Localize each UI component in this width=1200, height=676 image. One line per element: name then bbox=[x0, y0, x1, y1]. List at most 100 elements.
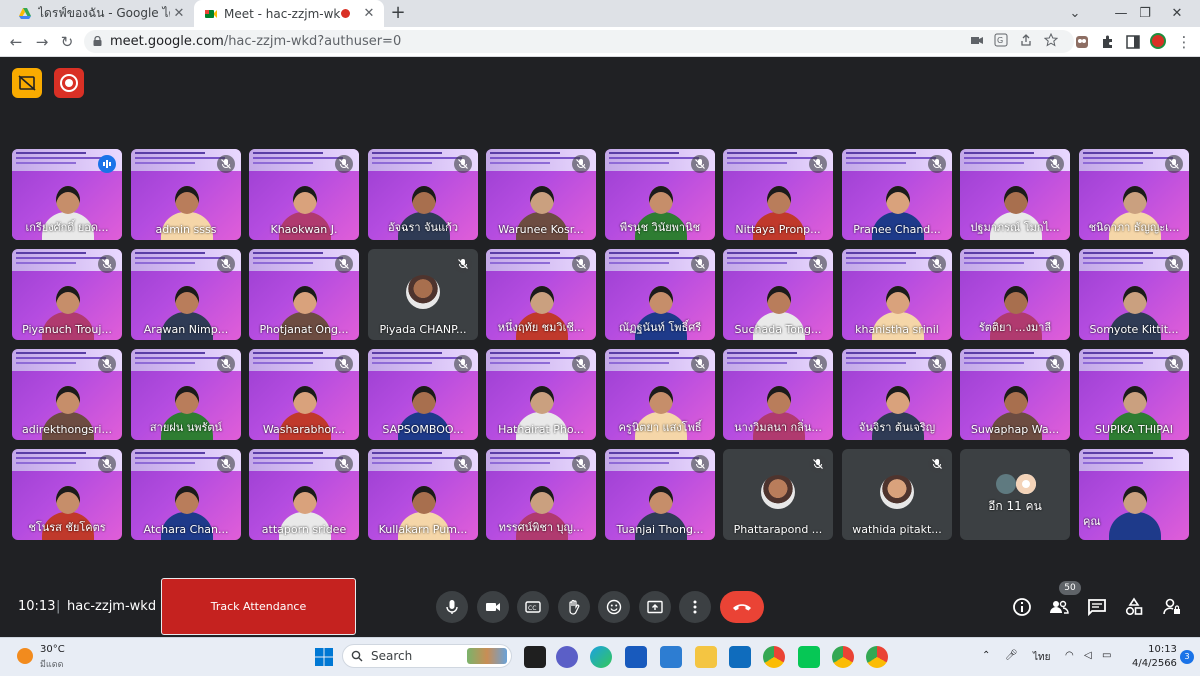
participant-tile[interactable]: พีรนุช วินัยพานิช bbox=[605, 149, 715, 240]
participant-tile[interactable]: ชนิดาภา ธัญญะเ... bbox=[1079, 149, 1189, 240]
menu-kebab-icon[interactable]: ⋮ bbox=[1174, 32, 1194, 52]
close-tab-icon[interactable]: ✕ bbox=[170, 6, 188, 21]
wifi-icon[interactable]: ◠ bbox=[1065, 650, 1074, 661]
participant-tile[interactable]: Suchada Tong... bbox=[723, 249, 833, 340]
tab-meet[interactable]: Meet - hac-zzjm-wkd ✕ bbox=[194, 0, 384, 27]
activities-icon[interactable] bbox=[1124, 597, 1144, 617]
meeting-details-info-icon[interactable] bbox=[1012, 597, 1032, 617]
people-icon[interactable] bbox=[1049, 597, 1069, 617]
reactions-button[interactable] bbox=[598, 591, 630, 623]
participant-tile[interactable]: Hathairat Pho... bbox=[486, 349, 596, 440]
participant-tile[interactable]: หนึ่งฤทัย ชมวิเชี... bbox=[486, 249, 596, 340]
share-icon[interactable] bbox=[1019, 33, 1033, 47]
participant-tile[interactable]: Nittaya Pronp... bbox=[723, 149, 833, 240]
participant-tile[interactable]: Warunee Kosr... bbox=[486, 149, 596, 240]
participant-tile[interactable]: Photjanat Ong... bbox=[249, 249, 359, 340]
participant-tile[interactable]: Piyanuch Trouj... bbox=[12, 249, 122, 340]
tab-search-chevron-icon[interactable]: ⌄ bbox=[1052, 0, 1098, 27]
participant-tile[interactable]: อัจฉรา จันแก้ว bbox=[368, 149, 478, 240]
profile-avatar[interactable] bbox=[1150, 33, 1166, 49]
participant-tile[interactable]: อีก 11 คน bbox=[960, 449, 1070, 540]
present-screen-button[interactable] bbox=[639, 591, 671, 623]
reload-icon[interactable]: ↻ bbox=[57, 32, 77, 52]
participant-tile[interactable]: Tuanjai Thong... bbox=[605, 449, 715, 540]
close-tab-icon[interactable]: ✕ bbox=[360, 6, 378, 21]
microphone-button[interactable] bbox=[436, 591, 468, 623]
participant-tile[interactable]: SUPIKA THIPAI bbox=[1079, 349, 1189, 440]
chat-icon[interactable] bbox=[1087, 597, 1107, 617]
participant-tile[interactable]: admin ssss bbox=[131, 149, 241, 240]
raise-hand-button[interactable] bbox=[558, 591, 590, 623]
participant-tile[interactable]: attaporn sridee bbox=[249, 449, 359, 540]
new-tab-button[interactable]: + bbox=[388, 3, 408, 23]
participant-tile[interactable]: จันจิรา ต้นเจริญ bbox=[842, 349, 952, 440]
participant-tile[interactable]: ทรรศน์พิชา บุญ... bbox=[486, 449, 596, 540]
participant-tile[interactable]: นางวิมลนา กลิ่น... bbox=[723, 349, 833, 440]
taskbar-search-input[interactable]: Search bbox=[342, 644, 512, 668]
tray-microphone-icon[interactable]: 🎤︎ bbox=[1005, 650, 1018, 661]
camera-blocked-icon[interactable] bbox=[970, 33, 984, 47]
tab-google-drive[interactable]: ไดรฟ์ของฉัน - Google ไดรฟ์ ✕ bbox=[8, 0, 194, 27]
bookmark-star-icon[interactable] bbox=[1044, 33, 1058, 47]
teams-chat-icon[interactable] bbox=[556, 646, 578, 668]
participant-tile[interactable]: เกรียงศักดิ์ ยอด... bbox=[12, 149, 122, 240]
edge-browser-icon[interactable] bbox=[590, 646, 612, 668]
participant-tile[interactable]: Suwaphap Wa... bbox=[960, 349, 1070, 440]
leave-call-button[interactable] bbox=[720, 591, 764, 623]
taskbar-clock[interactable]: 10:13 4/4/2566 bbox=[1132, 643, 1177, 671]
address-bar[interactable]: meet.google.com/hac-zzjm-wkd?authuser=0 bbox=[84, 30, 1074, 53]
participant-tile[interactable]: Somyote Kittit... bbox=[1079, 249, 1189, 340]
extension-owl-icon[interactable] bbox=[1074, 34, 1090, 50]
track-attendance-button[interactable]: Track Attendance bbox=[161, 578, 356, 635]
participant-tile[interactable]: ปฐมาภรณ์ โมกไ... bbox=[960, 149, 1070, 240]
windows-start-icon[interactable] bbox=[313, 646, 335, 668]
input-language[interactable]: ไทย bbox=[1033, 650, 1050, 665]
participant-tile[interactable]: Arawan Nimp... bbox=[131, 249, 241, 340]
participant-tile[interactable]: khanistha srinil bbox=[842, 249, 952, 340]
participant-tile[interactable]: Atchara Chan... bbox=[131, 449, 241, 540]
participant-tile[interactable]: สายฝน นพรัตน์ bbox=[131, 349, 241, 440]
close-window-button[interactable]: ✕ bbox=[1154, 0, 1200, 27]
participant-tile[interactable]: Piyada CHANP... bbox=[368, 249, 478, 340]
task-view-icon[interactable] bbox=[524, 646, 546, 668]
participant-tile[interactable]: ณัฏฐนันท์ โพธิ์ศรี bbox=[605, 249, 715, 340]
notification-count-badge[interactable]: 3 bbox=[1180, 650, 1194, 664]
recording-button[interactable] bbox=[54, 68, 84, 98]
line-app-icon[interactable] bbox=[798, 646, 820, 668]
file-explorer-icon[interactable] bbox=[695, 646, 717, 668]
muted-mic-icon bbox=[98, 255, 116, 273]
participant-tile[interactable]: SAPSOMBOO... bbox=[368, 349, 478, 440]
tray-chevron-up-icon[interactable]: ⌃ bbox=[982, 650, 990, 661]
participant-tile[interactable]: รัตติยา ...งมาลี bbox=[960, 249, 1070, 340]
participant-tile[interactable]: wathida pitakt... bbox=[842, 449, 952, 540]
captions-off-button[interactable] bbox=[12, 68, 42, 98]
participant-tile[interactable]: Kullakarn Pum... bbox=[368, 449, 478, 540]
chrome-profile-2-icon[interactable] bbox=[866, 646, 888, 668]
participant-tile[interactable]: Khaokwan J. bbox=[249, 149, 359, 240]
participant-tile[interactable]: Pranee Chand... bbox=[842, 149, 952, 240]
volume-icon[interactable]: ◁ bbox=[1084, 650, 1092, 661]
sun-weather-icon[interactable] bbox=[17, 648, 33, 664]
participant-tile[interactable]: ครูนิตยา แสงโพธิ์ bbox=[605, 349, 715, 440]
side-panel-icon[interactable] bbox=[1125, 34, 1141, 50]
muted-mic-icon bbox=[1165, 155, 1183, 173]
forward-arrow-icon[interactable]: → bbox=[32, 32, 52, 52]
back-arrow-icon[interactable]: ← bbox=[6, 32, 26, 52]
translate-icon[interactable]: G bbox=[994, 33, 1008, 47]
host-controls-lock-icon[interactable] bbox=[1162, 597, 1182, 617]
chrome-profile-icon[interactable] bbox=[832, 646, 854, 668]
camera-button[interactable] bbox=[477, 591, 509, 623]
chrome-icon[interactable] bbox=[763, 646, 785, 668]
l-app-icon[interactable] bbox=[660, 646, 682, 668]
participant-tile[interactable]: Phattarapond ... bbox=[723, 449, 833, 540]
captions-button[interactable]: CC bbox=[517, 591, 549, 623]
mail-icon[interactable] bbox=[729, 646, 751, 668]
extensions-puzzle-icon[interactable] bbox=[1100, 34, 1116, 50]
participant-tile[interactable]: adirekthongsri... bbox=[12, 349, 122, 440]
more-options-button[interactable] bbox=[679, 591, 711, 623]
battery-icon[interactable]: ▭ bbox=[1102, 650, 1111, 661]
word-icon[interactable] bbox=[625, 646, 647, 668]
participant-tile[interactable]: ชโนรส ชัยโคตร bbox=[12, 449, 122, 540]
participant-tile[interactable]: Washarabhor... bbox=[249, 349, 359, 440]
participant-tile[interactable]: คุณ bbox=[1079, 449, 1189, 540]
